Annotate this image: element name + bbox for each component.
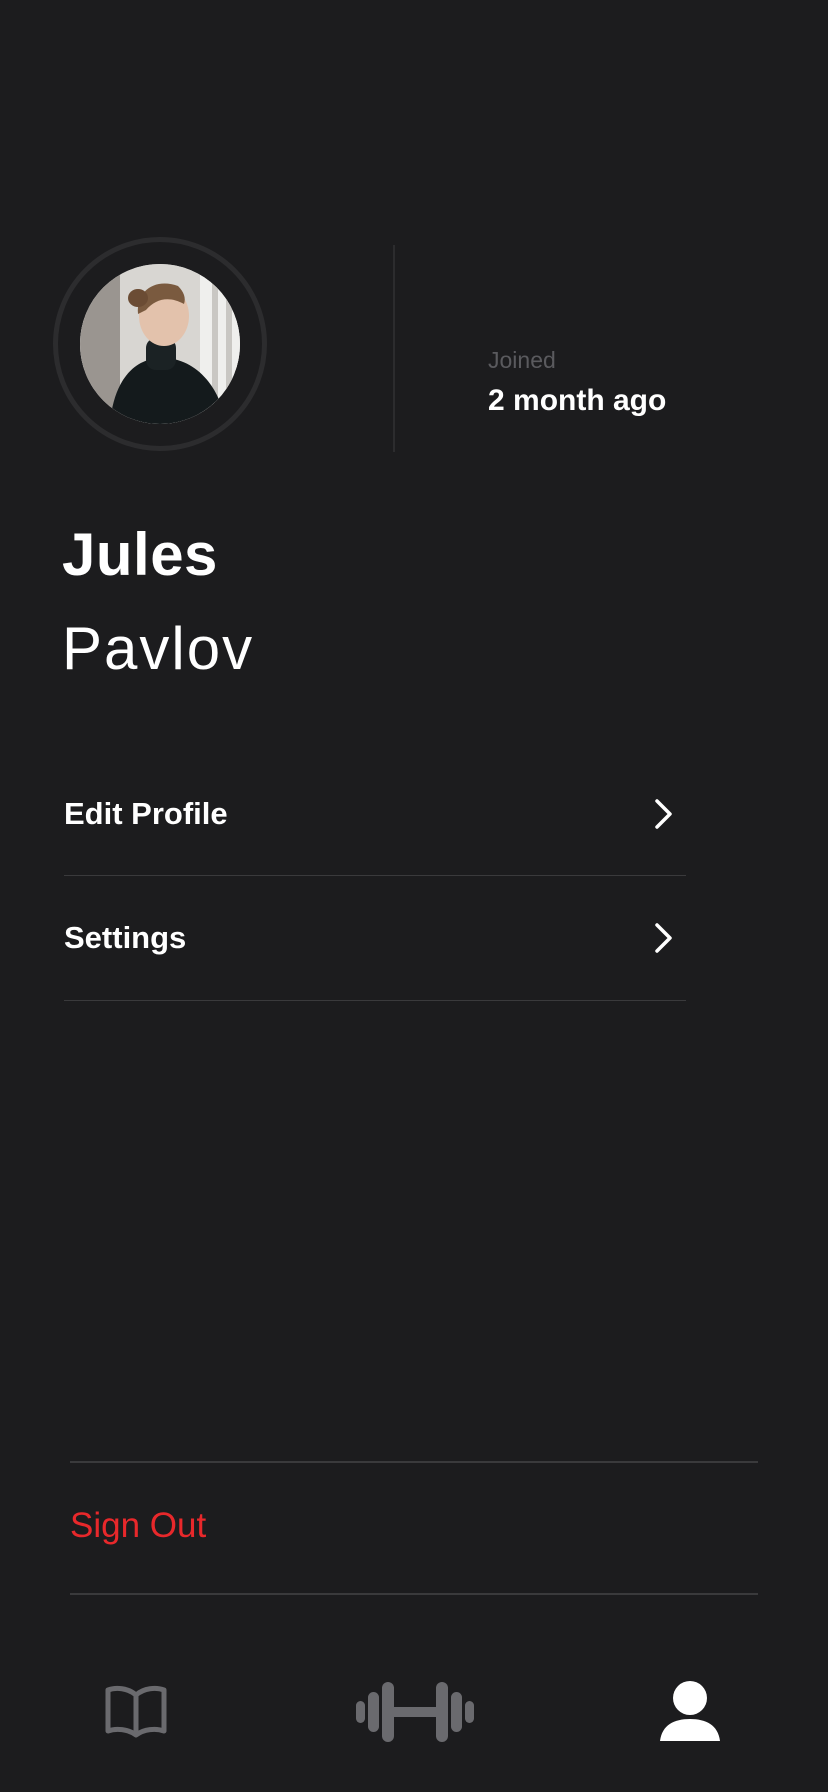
avatar-photo: [80, 264, 240, 424]
profile-menu: Edit Profile Settings: [64, 753, 686, 1001]
dumbbell-icon: [356, 1682, 474, 1742]
person-icon: [660, 1681, 720, 1741]
joined-label: Joined: [488, 347, 556, 373]
menu-item-label: Edit Profile: [64, 796, 228, 831]
divider: [70, 1593, 758, 1595]
header-divider: [393, 245, 395, 452]
chevron-right-icon: [655, 799, 672, 829]
menu-item-label: Settings: [64, 920, 187, 955]
tab-profile[interactable]: [660, 1681, 720, 1741]
menu-item-settings[interactable]: Settings: [64, 876, 686, 1001]
tab-workouts[interactable]: [356, 1681, 474, 1743]
chevron-right-icon: [655, 923, 672, 953]
last-name: Pavlov: [62, 615, 255, 682]
avatar[interactable]: [80, 264, 240, 424]
first-name: Jules: [62, 521, 218, 588]
menu-item-edit-profile[interactable]: Edit Profile: [64, 753, 686, 876]
sign-out-button[interactable]: Sign Out: [70, 1506, 206, 1546]
divider: [70, 1461, 758, 1463]
tab-library[interactable]: [104, 1683, 168, 1739]
book-icon: [105, 1685, 167, 1738]
joined-value: 2 month ago: [488, 384, 667, 417]
